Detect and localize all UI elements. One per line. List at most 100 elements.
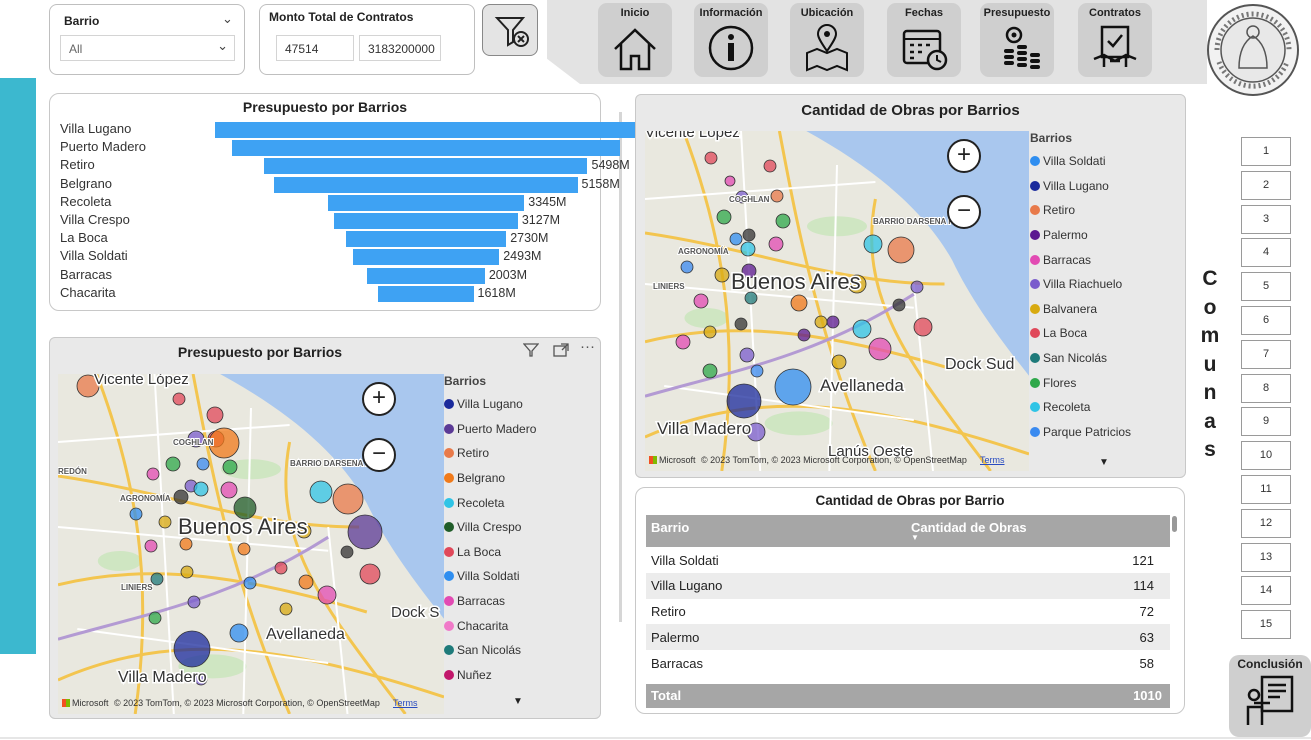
legend-item[interactable]: Flores xyxy=(1030,370,1180,395)
zoom-out-button[interactable]: − xyxy=(362,438,396,472)
map-label: BARRIO DARSENA F xyxy=(873,217,953,226)
data-bubble xyxy=(220,481,238,499)
legend-item[interactable]: Villa Lugano xyxy=(1030,174,1180,199)
data-bubble xyxy=(172,392,186,406)
table-row[interactable]: Villa Soldati 121 xyxy=(646,547,1170,573)
comuna-button-6[interactable]: 6 xyxy=(1241,306,1291,335)
data-bubble xyxy=(729,232,743,246)
legend-label: San Nicolás xyxy=(457,643,522,658)
cell-barrio: Retiro xyxy=(651,604,686,620)
legend-item[interactable]: Chacarita xyxy=(444,613,594,638)
nav-informacion-button[interactable]: Información xyxy=(694,3,768,77)
zoom-in-button[interactable]: + xyxy=(947,139,981,173)
comuna-button-3[interactable]: 3 xyxy=(1241,204,1291,234)
comuna-button-4[interactable]: 4 xyxy=(1241,238,1291,268)
legend-item[interactable]: Recoleta xyxy=(444,490,594,515)
table-row[interactable]: Retiro 72 xyxy=(646,598,1170,625)
comuna-button-12[interactable]: 12 xyxy=(1241,508,1291,538)
legend-item[interactable]: La Boca xyxy=(1030,321,1180,346)
column-header-cantidad[interactable]: Cantidad de Obras xyxy=(911,520,1027,535)
filter-icon[interactable] xyxy=(523,343,539,357)
legend-label: Retiro xyxy=(1043,203,1076,218)
legend-item[interactable]: Villa Crespo xyxy=(444,515,594,540)
legend-label: Puerto Madero xyxy=(457,421,537,436)
table-row[interactable]: Villa Lugano 114 xyxy=(646,572,1170,599)
legend-item[interactable]: Nuñez xyxy=(444,663,594,688)
map-right-canvas[interactable]: Vicente López Buenos Aires Avellaneda Villa… xyxy=(645,131,1029,471)
nav-contratos-button[interactable]: Contratos xyxy=(1078,3,1152,77)
table-scrollbar[interactable] xyxy=(1172,516,1177,532)
bar[interactable] xyxy=(378,285,474,302)
nav-inicio-button[interactable]: Inicio xyxy=(598,3,672,77)
legend-item[interactable]: Belgrano xyxy=(444,466,594,491)
comuna-button-8[interactable]: 8 xyxy=(1241,373,1291,403)
monto-min-input[interactable]: 47514 xyxy=(276,35,354,61)
bar[interactable] xyxy=(214,122,638,138)
terms-link[interactable]: Terms xyxy=(393,698,418,708)
legend-item[interactable]: Puerto Madero xyxy=(444,417,594,442)
nav-presupuesto-button[interactable]: Presupuesto xyxy=(980,3,1054,77)
comuna-button-13[interactable]: 13 xyxy=(1241,542,1291,572)
bar[interactable] xyxy=(264,158,588,175)
legend-scroll-down-icon[interactable]: ▼ xyxy=(513,696,523,707)
comuna-button-10[interactable]: 10 xyxy=(1241,441,1291,471)
more-options-icon[interactable]: ··· xyxy=(580,338,595,355)
focus-mode-icon[interactable] xyxy=(553,343,569,357)
legend-item[interactable]: Parque Patricios xyxy=(1030,420,1180,445)
monto-slicer[interactable]: Monto Total de Contratos 47514 318320000… xyxy=(259,4,475,75)
comuna-button-11[interactable]: 11 xyxy=(1241,475,1291,504)
map-label: AGRONOMÍA xyxy=(120,494,171,503)
bar[interactable] xyxy=(367,267,485,284)
cell-barrio: Villa Lugano xyxy=(651,578,723,594)
legend-item[interactable]: Barracas xyxy=(1030,247,1180,272)
legend-item[interactable]: Retiro xyxy=(1030,198,1180,223)
nav-fechas-button[interactable]: Fechas xyxy=(887,3,961,77)
bar[interactable] xyxy=(334,213,518,229)
comuna-button-14[interactable]: 14 xyxy=(1241,576,1291,606)
bar[interactable] xyxy=(232,140,620,157)
column-header-barrio[interactable]: Barrio xyxy=(651,520,689,535)
comuna-button-9[interactable]: 9 xyxy=(1241,407,1291,437)
data-bubble xyxy=(814,315,828,329)
legend-item[interactable]: Villa Riachuelo xyxy=(1030,272,1180,297)
zoom-in-button[interactable]: + xyxy=(362,382,396,416)
data-bubble xyxy=(703,325,717,339)
bar[interactable] xyxy=(327,194,525,211)
legend-item[interactable]: Recoleta xyxy=(1030,395,1180,420)
legend-item[interactable]: Villa Soldati xyxy=(444,564,594,589)
legend-item[interactable]: San Nicolás xyxy=(444,638,594,663)
comuna-button-5[interactable]: 5 xyxy=(1241,272,1291,302)
monto-max-input[interactable]: 3183200000 xyxy=(359,35,441,61)
map-label: Villa Madero xyxy=(118,669,207,686)
legend-item[interactable]: San Nicolás xyxy=(1030,346,1180,371)
bar[interactable] xyxy=(274,176,578,193)
comuna-button-15[interactable]: 15 xyxy=(1241,610,1291,640)
table-row[interactable]: Palermo 63 xyxy=(646,624,1170,651)
legend-item[interactable]: Palermo xyxy=(1030,223,1180,248)
data-bubble xyxy=(910,280,924,294)
map-left-canvas[interactable]: Vicente López Buenos Aires Avellaneda Villa… xyxy=(58,374,444,714)
bar[interactable] xyxy=(345,231,507,248)
legend-item[interactable]: Villa Lugano xyxy=(444,392,594,417)
nav-ubicacion-button[interactable]: Ubicación xyxy=(790,3,864,77)
table-row[interactable]: Barracas 58 xyxy=(646,650,1170,677)
barrio-slicer[interactable]: Barrio ⌄ All ⌄ xyxy=(49,4,245,75)
terms-link[interactable]: Terms xyxy=(980,455,1005,465)
bar-value-label: 5158M xyxy=(581,176,620,191)
barrio-dropdown[interactable]: All ⌄ xyxy=(60,35,235,61)
legend-item[interactable]: Villa Soldati xyxy=(1030,149,1180,174)
clear-filters-button[interactable] xyxy=(482,4,538,56)
comuna-button-1[interactable]: 1 xyxy=(1241,137,1291,166)
zoom-out-button[interactable]: − xyxy=(947,195,981,229)
bar[interactable] xyxy=(352,249,500,266)
legend-item[interactable]: Barracas xyxy=(444,589,594,614)
legend-item[interactable]: La Boca xyxy=(444,540,594,565)
comunas-title-letter: s xyxy=(1204,438,1216,461)
legend-scroll-down-icon[interactable]: ▼ xyxy=(1099,457,1109,468)
legend-item[interactable]: Balvanera xyxy=(1030,297,1180,322)
conclusion-button[interactable]: Conclusión xyxy=(1229,655,1311,737)
legend-item[interactable]: Retiro xyxy=(444,441,594,466)
comuna-button-7[interactable]: 7 xyxy=(1241,339,1291,369)
chevron-down-icon[interactable]: ⌄ xyxy=(222,11,233,27)
comuna-button-2[interactable]: 2 xyxy=(1241,170,1291,200)
